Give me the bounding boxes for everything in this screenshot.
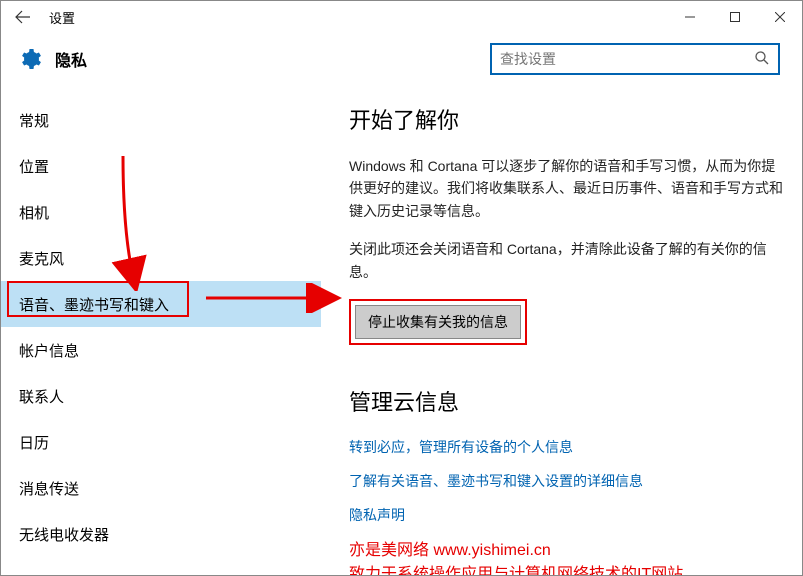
sidebar-item-label: 消息传送	[19, 478, 79, 499]
minimize-button[interactable]	[667, 1, 712, 33]
close-icon	[775, 12, 785, 22]
content: 开始了解你 Windows 和 Cortana 可以逐步了解你的语音和手写习惯，…	[321, 85, 802, 575]
titlebar: 设置	[1, 1, 802, 33]
link-privacy[interactable]: 隐私声明	[349, 505, 784, 525]
sidebar-item-label: 日历	[19, 432, 49, 453]
sidebar-item-account[interactable]: 帐户信息	[1, 327, 321, 373]
sidebar-item-general[interactable]: 常规	[1, 97, 321, 143]
window-title: 设置	[45, 8, 75, 27]
sidebar-item-label: 语音、墨迹书写和键入	[19, 294, 169, 315]
maximize-icon	[730, 12, 740, 22]
search-icon	[754, 50, 770, 69]
close-button[interactable]	[757, 1, 802, 33]
annotation-highlight-button: 停止收集有关我的信息	[349, 299, 527, 345]
stop-collecting-button[interactable]: 停止收集有关我的信息	[355, 305, 521, 339]
sidebar-item-radios[interactable]: 无线电收发器	[1, 511, 321, 557]
description-2: 关闭此项还会关闭语音和 Cortana，并清除此设备了解的有关你的信息。	[349, 238, 784, 283]
sidebar-item-label: 麦克风	[19, 248, 64, 269]
minimize-icon	[685, 12, 695, 22]
maximize-button[interactable]	[712, 1, 757, 33]
search-box[interactable]	[490, 43, 780, 75]
sidebar-item-messaging[interactable]: 消息传送	[1, 465, 321, 511]
watermark-line2: 致力于系统操作应用与计算机网络技术的IT网站	[349, 563, 784, 575]
arrow-left-icon	[15, 9, 31, 25]
link-bing[interactable]: 转到必应，管理所有设备的个人信息	[349, 437, 784, 457]
page-title: 隐私	[55, 47, 87, 71]
link-learn-more[interactable]: 了解有关语音、墨迹书写和键入设置的详细信息	[349, 471, 784, 491]
sidebar-item-label: 位置	[19, 156, 49, 177]
sidebar-item-camera[interactable]: 相机	[1, 189, 321, 235]
sidebar-item-label: 无线电收发器	[19, 524, 109, 545]
sidebar-item-label: 相机	[19, 202, 49, 223]
sidebar-item-label: 常规	[19, 110, 49, 131]
description-1: Windows 和 Cortana 可以逐步了解你的语音和手写习惯，从而为你提供…	[349, 155, 784, 222]
sidebar-item-microphone[interactable]: 麦克风	[1, 235, 321, 281]
sidebar: 常规 位置 相机 麦克风 语音、墨迹书写和键入 帐户信息 联系人 日历 消息传送…	[1, 85, 321, 575]
header: 隐私	[1, 33, 802, 85]
body: 常规 位置 相机 麦克风 语音、墨迹书写和键入 帐户信息 联系人 日历 消息传送…	[1, 85, 802, 575]
sidebar-item-label: 帐户信息	[19, 340, 79, 361]
sidebar-item-contacts[interactable]: 联系人	[1, 373, 321, 419]
section-heading-2: 管理云信息	[349, 385, 784, 417]
back-button[interactable]	[1, 1, 45, 33]
sidebar-item-location[interactable]: 位置	[1, 143, 321, 189]
watermark-line1: 亦是美网络 www.yishimei.cn	[349, 539, 784, 563]
search-input[interactable]	[500, 51, 754, 67]
watermark: 亦是美网络 www.yishimei.cn 致力于系统操作应用与计算机网络技术的…	[349, 539, 784, 575]
gear-icon	[17, 46, 43, 72]
section-heading-1: 开始了解你	[349, 103, 784, 135]
sidebar-item-label: 联系人	[19, 386, 64, 407]
sidebar-item-speech[interactable]: 语音、墨迹书写和键入	[1, 281, 321, 327]
sidebar-item-calendar[interactable]: 日历	[1, 419, 321, 465]
